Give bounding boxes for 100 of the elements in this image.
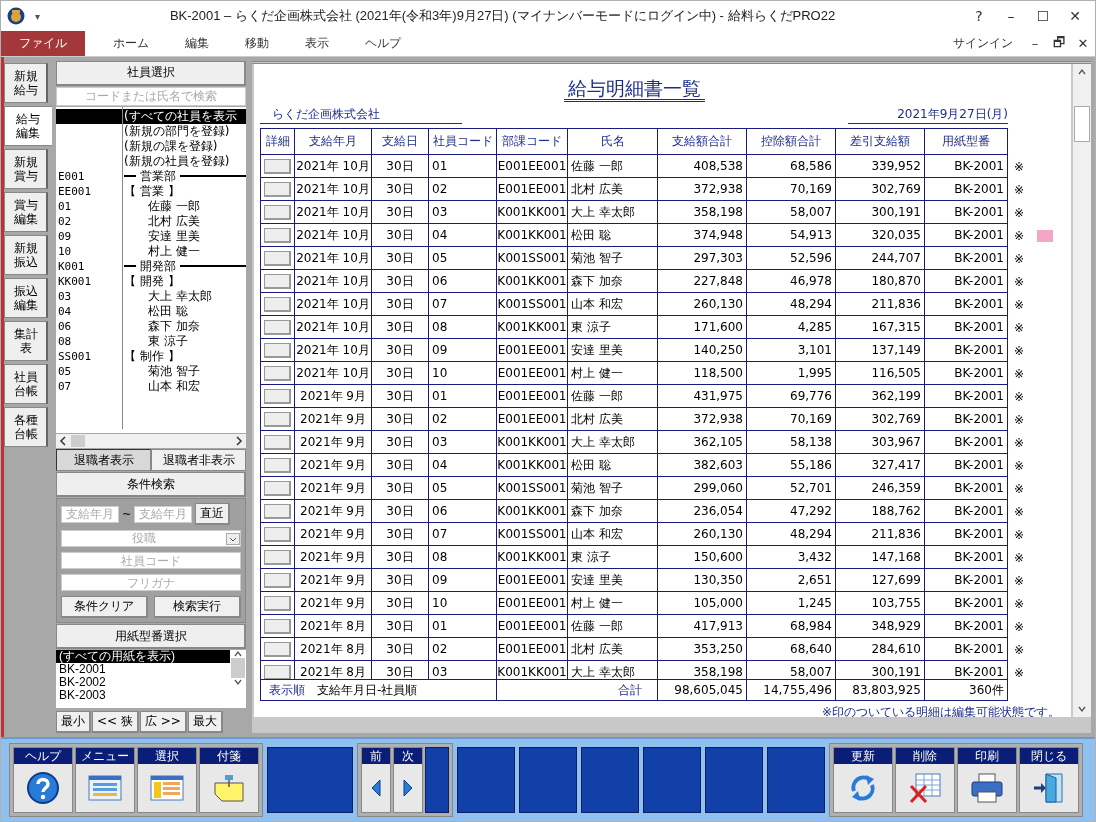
document-control[interactable]: – [1023, 31, 1047, 56]
list-item[interactable]: (すべての用紙を表示) [56, 650, 230, 664]
employee-name[interactable]: 松田 聡 [124, 303, 246, 319]
side-tab[interactable]: 集計表 [4, 321, 48, 361]
detail-button[interactable] [264, 457, 291, 473]
employee-name[interactable]: 北村 広美 [124, 213, 246, 229]
side-tab[interactable]: 賞与編集 [4, 192, 48, 232]
month-to-field[interactable]: 支給年月 [134, 505, 193, 523]
document-control[interactable]: ✕ [1071, 31, 1095, 56]
window-control[interactable]: ✕ [1061, 8, 1089, 24]
search-field[interactable]: コードまたは氏名で検索 [56, 86, 246, 106]
toolbar-button[interactable]: 更新 [833, 747, 893, 813]
detail-button[interactable] [264, 411, 291, 427]
detail-button[interactable] [264, 572, 291, 588]
search-button[interactable]: 検索実行 [154, 596, 241, 619]
employee-name[interactable]: 村上 健一 [124, 243, 246, 259]
toolbar-button[interactable]: 付箋 [199, 747, 259, 813]
detail-button[interactable] [264, 434, 291, 450]
detail-button[interactable] [264, 526, 291, 542]
quick-access-caret[interactable]: ▾ [35, 10, 41, 22]
panel-header[interactable]: 条件検索 [56, 472, 246, 498]
detail-button[interactable] [264, 227, 291, 243]
side-tab[interactable]: 新規振込 [4, 235, 48, 275]
scroll-up-icon[interactable] [1077, 68, 1087, 76]
side-tab[interactable]: 新規賞与 [4, 149, 48, 189]
detail-button[interactable] [264, 480, 291, 496]
scroll-right-icon[interactable] [235, 436, 243, 447]
window-control[interactable]: ? [965, 8, 993, 24]
filter-tab[interactable]: 退職者表示 [56, 449, 151, 472]
section-name[interactable]: 【 制作 】 [124, 348, 246, 364]
list-item[interactable]: BK-2002 [56, 676, 230, 690]
window-control[interactable]: ☐ [1029, 8, 1057, 24]
detail-button[interactable] [264, 641, 291, 657]
employee-name[interactable]: 東 涼子 [124, 333, 246, 349]
detail-button[interactable] [264, 296, 291, 312]
detail-button[interactable] [264, 388, 291, 404]
detail-button[interactable] [264, 549, 291, 565]
department-name[interactable]: 開発部 [140, 258, 176, 274]
list-item[interactable]: (新規の課を登録) [124, 138, 246, 154]
width-button[interactable]: 最大 [187, 711, 223, 733]
horizontal-scrollbar[interactable] [56, 434, 246, 449]
toolbar-button[interactable]: 閉じる [1019, 747, 1079, 813]
detail-button[interactable] [264, 503, 291, 519]
scroll-thumb[interactable] [1074, 106, 1090, 142]
list-item[interactable]: (新規の社員を登録) [124, 153, 246, 169]
scroll-up-icon[interactable] [233, 650, 243, 659]
clear-button[interactable]: 条件クリア [61, 596, 148, 619]
menu-item[interactable]: 移動 [227, 31, 287, 56]
list-item[interactable]: (新規の部門を登録) [124, 123, 246, 139]
width-button[interactable]: 広 >> [139, 711, 187, 733]
detail-button[interactable] [264, 181, 291, 197]
document-control[interactable]: 🗗 [1047, 31, 1071, 56]
side-tab[interactable]: 給与編集 [4, 106, 52, 146]
detail-button[interactable] [264, 158, 291, 174]
sign-in-link[interactable]: サインイン [953, 31, 1013, 56]
recent-button[interactable]: 直近 [195, 503, 231, 526]
scroll-down-icon[interactable] [233, 678, 243, 687]
employee-name[interactable]: 佐藤 一郎 [124, 198, 246, 214]
detail-button[interactable] [264, 204, 291, 220]
department-name[interactable]: 営業部 [140, 168, 176, 184]
detail-button[interactable] [264, 273, 291, 289]
vertical-scrollbar[interactable] [1073, 64, 1091, 717]
side-tab[interactable]: 社員台帳 [4, 364, 48, 404]
employee-name[interactable]: 森下 加奈 [124, 318, 246, 334]
list-item[interactable]: BK-2001 [56, 663, 230, 677]
menu-item[interactable]: 編集 [167, 31, 227, 56]
list-item[interactable]: BK-2003 [56, 689, 230, 703]
employee-code-field[interactable]: 社員コード [61, 552, 241, 570]
furigana-field[interactable]: フリガナ [61, 574, 241, 592]
toolbar-button[interactable]: メニュー [75, 747, 135, 813]
employee-name[interactable]: 大上 幸太郎 [124, 288, 246, 304]
menu-item[interactable]: ホーム [95, 31, 167, 56]
toolbar-button[interactable]: 印刷 [957, 747, 1017, 813]
side-tab[interactable]: 新規給与 [4, 63, 48, 103]
detail-button[interactable] [264, 250, 291, 266]
scroll-left-icon[interactable] [59, 436, 67, 447]
detail-button[interactable] [264, 365, 291, 381]
toolbar-button[interactable]: ヘルプ [13, 747, 73, 813]
panel-header[interactable]: 用紙型番選択 [56, 624, 246, 650]
width-button[interactable]: << 狭 [92, 711, 139, 733]
toolbar-button[interactable]: 削除 [895, 747, 955, 813]
panel-header[interactable]: 社員選択 [56, 61, 246, 86]
detail-button[interactable] [264, 595, 291, 611]
side-tab[interactable]: 各種台帳 [4, 407, 48, 447]
detail-button[interactable] [264, 664, 291, 679]
scroll-down-icon[interactable] [1077, 705, 1087, 713]
employee-name[interactable]: 安達 里美 [124, 228, 246, 244]
window-control[interactable]: – [997, 8, 1025, 24]
detail-button[interactable] [264, 618, 291, 634]
employee-name[interactable]: 菊池 智子 [124, 363, 246, 379]
detail-button[interactable] [264, 342, 291, 358]
employee-name[interactable]: 山本 和宏 [124, 378, 246, 394]
month-from-field[interactable]: 支給年月 [61, 505, 119, 523]
section-name[interactable]: 【 営業 】 [124, 183, 246, 199]
scroll-thumb[interactable] [71, 435, 85, 448]
employee-list[interactable]: (すべての社員を表示 (新規の部門を登録) (新規の課を登録) (新規の社員を登録) E001 営業部 EE001 【 営業 】 01 佐藤 一郎 02 北村 広美 09 安達 里美 10 村上 健一 K001 開発部 KK001 【 開発 】 03 大上 幸太郎 04 松田 聡 06 森下 加奈 08 東 涼子 SS001 【 制作 】 05 菊池 智子 07 山本 和宏 [56, 106, 246, 434]
menu-item[interactable]: ファイル [1, 31, 85, 56]
menu-item[interactable]: 表示 [287, 31, 347, 56]
toolbar-button[interactable]: 前 [361, 747, 391, 813]
detail-button[interactable] [264, 319, 291, 335]
